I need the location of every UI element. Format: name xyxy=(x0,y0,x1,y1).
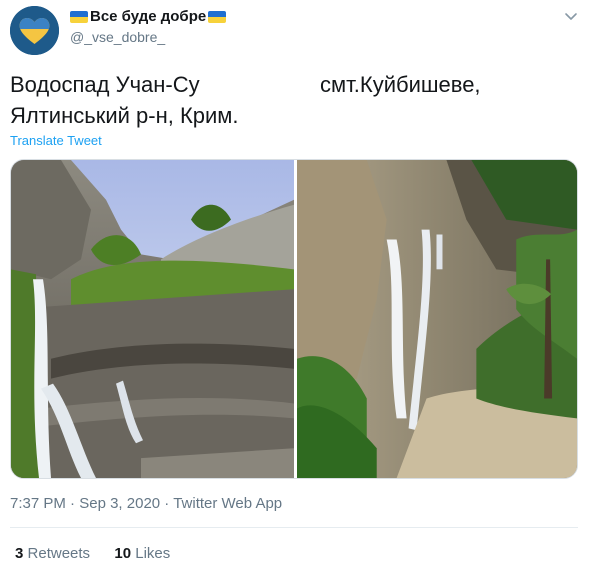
display-name[interactable]: Все буде добре xyxy=(70,8,227,25)
tweet-date[interactable]: Sep 3, 2020 xyxy=(79,495,160,512)
tweet-time[interactable]: 7:37 PM xyxy=(10,495,66,512)
flag-icon xyxy=(208,10,227,23)
more-options-button[interactable] xyxy=(563,8,579,24)
tweet-stats: 3 Retweets 10 Likes xyxy=(15,545,170,562)
photo-waterfall-right[interactable] xyxy=(297,160,577,478)
tweet-line-2: Ялтинський р-н, Крим. xyxy=(10,103,239,128)
flag-icon xyxy=(70,10,88,23)
avatar[interactable] xyxy=(10,6,59,55)
retweets-label: Retweets xyxy=(27,545,91,562)
waterfall-photo-right xyxy=(297,160,577,478)
waterfall-photo-left xyxy=(11,160,294,478)
divider xyxy=(10,527,578,528)
tweet-source[interactable]: Twitter Web App xyxy=(173,495,282,512)
likes-count: 10 xyxy=(114,545,132,562)
likes-label: Likes xyxy=(135,545,171,562)
media-grid xyxy=(10,159,578,479)
tweet-line-1-left: Водоспад Учан-Су xyxy=(10,72,200,97)
retweets-stat[interactable]: 3 Retweets xyxy=(15,545,90,562)
chevron-down-icon xyxy=(565,13,577,20)
photo-waterfall-left[interactable] xyxy=(11,160,294,478)
retweets-count: 3 xyxy=(15,545,24,562)
separator-dot: · xyxy=(70,495,76,512)
likes-stat[interactable]: 10 Likes xyxy=(114,545,170,562)
translate-tweet-link[interactable]: Translate Tweet xyxy=(10,133,102,148)
display-name-text: Все буде добре xyxy=(90,8,207,25)
tweet-line-1-right: смт.Куйбишеве, xyxy=(320,72,481,97)
tweet-metadata: 7:37 PM · Sep 3, 2020 · Twitter Web App xyxy=(10,495,282,512)
separator-dot: · xyxy=(164,495,170,512)
user-handle[interactable]: @_vse_dobre_ xyxy=(70,29,165,45)
heart-avatar-icon xyxy=(10,6,59,55)
